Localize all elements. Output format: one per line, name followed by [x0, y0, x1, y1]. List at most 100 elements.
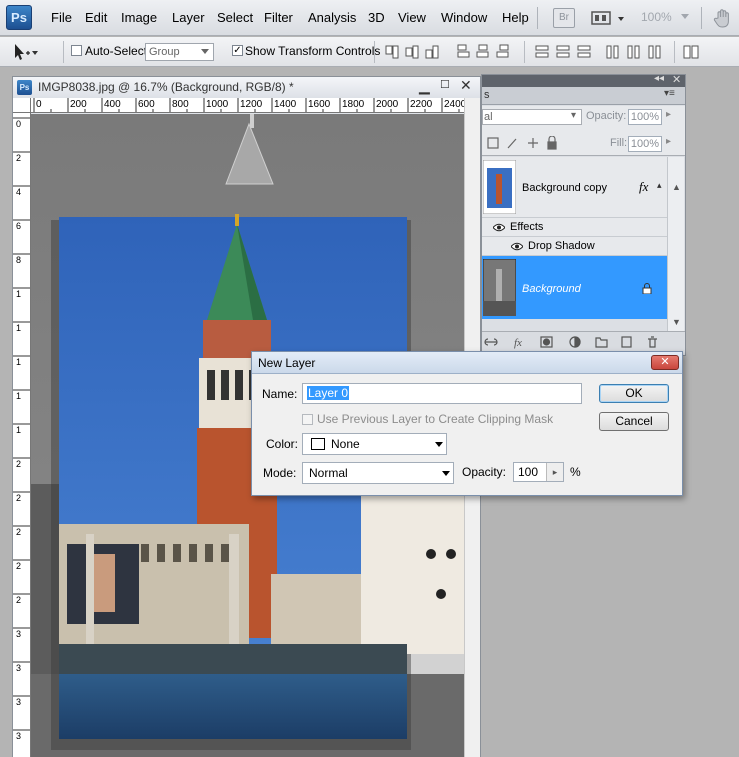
eye-icon[interactable] [493, 223, 505, 232]
show-transform-checkbox[interactable]: ✓ [232, 45, 243, 56]
menu-file[interactable]: File [51, 10, 72, 25]
horizontal-ruler[interactable]: 0 200 400 600 800 1000 1200 1400 1600 18… [31, 98, 464, 113]
clipping-mask-label: Use Previous Layer to Create Clipping Ma… [317, 412, 554, 426]
menu-divider [701, 7, 702, 29]
ruler-label: 6 [16, 221, 22, 231]
ruler-label: 2200 [410, 99, 433, 110]
fill-field[interactable]: 100% [628, 136, 662, 152]
menu-help[interactable]: Help [502, 10, 529, 25]
scroll-up-icon[interactable]: ▲ [672, 182, 681, 192]
view-extras-button[interactable] [591, 9, 631, 27]
scroll-down-icon[interactable]: ▼ [672, 317, 681, 327]
layer-color-select[interactable]: None [302, 433, 447, 455]
menu-select[interactable]: Select [217, 10, 253, 25]
layer-thumbnail [483, 160, 516, 214]
layer-opacity-field[interactable]: 100% [628, 109, 662, 125]
layer-row-background[interactable]: Background [482, 256, 667, 319]
options-divider [674, 41, 675, 63]
clipping-mask-checkbox[interactable] [302, 414, 313, 425]
menu-filter[interactable]: Filter [264, 10, 293, 25]
auto-select-label: Auto-Select: [85, 44, 151, 58]
dialog-title: New Layer [258, 356, 316, 370]
ok-button[interactable]: OK [599, 384, 669, 403]
opacity-slider-arrow-icon[interactable]: ▸ [546, 463, 563, 481]
bridge-button[interactable]: Br [553, 8, 575, 28]
ruler-label: 2000 [376, 99, 399, 110]
panel-options: al ▾ Opacity: 100% ▸ Fill: 100% ▸ [482, 106, 685, 156]
hand-icon[interactable] [712, 7, 734, 29]
dialog-titlebar[interactable]: New Layer ✕ [252, 352, 682, 374]
move-tool-preset[interactable] [6, 41, 38, 63]
ruler-label: 400 [104, 99, 121, 110]
lock-icons[interactable] [486, 136, 566, 150]
color-swatch [311, 438, 325, 450]
ruler-label: 2 [16, 595, 22, 605]
blend-mode-value: al [484, 111, 493, 123]
dialog-close-button[interactable]: ✕ [651, 355, 679, 370]
lock-icon [642, 283, 652, 294]
fill-slider-arrow-icon[interactable]: ▸ [666, 136, 671, 147]
opacity-slider-arrow-icon[interactable]: ▸ [666, 109, 671, 120]
eye-icon[interactable] [511, 242, 523, 251]
align-edges-icons[interactable] [384, 43, 444, 61]
menu-image[interactable]: Image [121, 10, 157, 25]
ruler-label: 1 [16, 357, 22, 367]
chevron-down-icon [201, 49, 209, 54]
menu-window[interactable]: Window [441, 10, 487, 25]
align-horizontal-icons[interactable] [455, 43, 515, 61]
layer-name-value: Layer 0 [307, 386, 350, 400]
distribute-horizontal-icons[interactable] [605, 43, 667, 61]
ruler-label: 3 [16, 697, 22, 707]
tab-layers-fragment[interactable]: s [484, 89, 490, 101]
panel-close-icon[interactable]: ✕ [672, 73, 681, 86]
ruler-label: 1000 [206, 99, 229, 110]
panel-vertical-scrollbar[interactable]: ▲ ▼ [667, 157, 684, 331]
minimize-icon[interactable]: ▁ [419, 78, 430, 95]
options-divider [63, 41, 64, 63]
auto-select-checkbox[interactable] [71, 45, 82, 56]
layer-row-effects[interactable]: Effects [482, 218, 667, 237]
layer-name: Background copy [522, 182, 607, 194]
expand-effects-icon[interactable]: ▴ [657, 180, 662, 191]
ruler-label: 2 [16, 561, 22, 571]
panel-tabs: s ▾≡ [482, 87, 685, 105]
vertical-ruler[interactable]: 0 2 4 6 8 1 1 1 1 1 2 2 2 2 2 3 3 3 3 [13, 113, 31, 757]
drop-shadow-label: Drop Shadow [528, 240, 595, 252]
panel-menu-icon[interactable]: ▾≡ [664, 88, 675, 99]
auto-align-icon[interactable] [682, 43, 702, 61]
mode-label: Mode: [263, 466, 297, 480]
layer-row-drop-shadow[interactable]: Drop Shadow [482, 237, 667, 256]
layer-footer-icons[interactable]: fx [484, 335, 674, 349]
layer-row-background-copy[interactable]: Background copy fx ▴ [482, 157, 667, 218]
panel-header[interactable]: ◂◂ ✕ [482, 73, 685, 87]
ruler-label: 2 [16, 493, 22, 503]
menu-3d[interactable]: 3D [368, 10, 385, 25]
options-divider [524, 41, 525, 63]
menu-divider [537, 7, 538, 29]
distribute-vertical-icons[interactable] [534, 43, 596, 61]
dialog-opacity-input[interactable]: 100 ▸ [513, 462, 564, 482]
move-tool-icon [15, 44, 38, 60]
ruler-label: 200 [70, 99, 87, 110]
fx-icon[interactable]: fx [639, 179, 648, 195]
fill-label: Fill: [610, 137, 628, 149]
ruler-label: 8 [16, 255, 22, 265]
ruler-label: 4 [16, 187, 22, 197]
menu-edit[interactable]: Edit [85, 10, 107, 25]
panel-footer: fx [482, 331, 685, 351]
collapse-icon[interactable]: ◂◂ [654, 73, 664, 84]
menu-analysis[interactable]: Analysis [308, 10, 356, 25]
layer-name-input[interactable]: Layer 0 [302, 383, 582, 404]
blend-mode-dialog-select[interactable]: Normal [302, 462, 454, 484]
ruler-label: 1 [16, 323, 22, 333]
cancel-button[interactable]: Cancel [599, 412, 669, 431]
close-icon[interactable]: ✕ [460, 77, 472, 94]
maximize-icon[interactable]: ☐ [440, 78, 450, 91]
ruler-label: 3 [16, 629, 22, 639]
blend-mode-select[interactable]: al ▾ [482, 109, 582, 125]
ruler-origin[interactable] [13, 98, 31, 113]
menu-view[interactable]: View [398, 10, 426, 25]
mode-value: Normal [309, 466, 348, 480]
name-label: Name: [262, 387, 298, 401]
menu-layer[interactable]: Layer [172, 10, 205, 25]
